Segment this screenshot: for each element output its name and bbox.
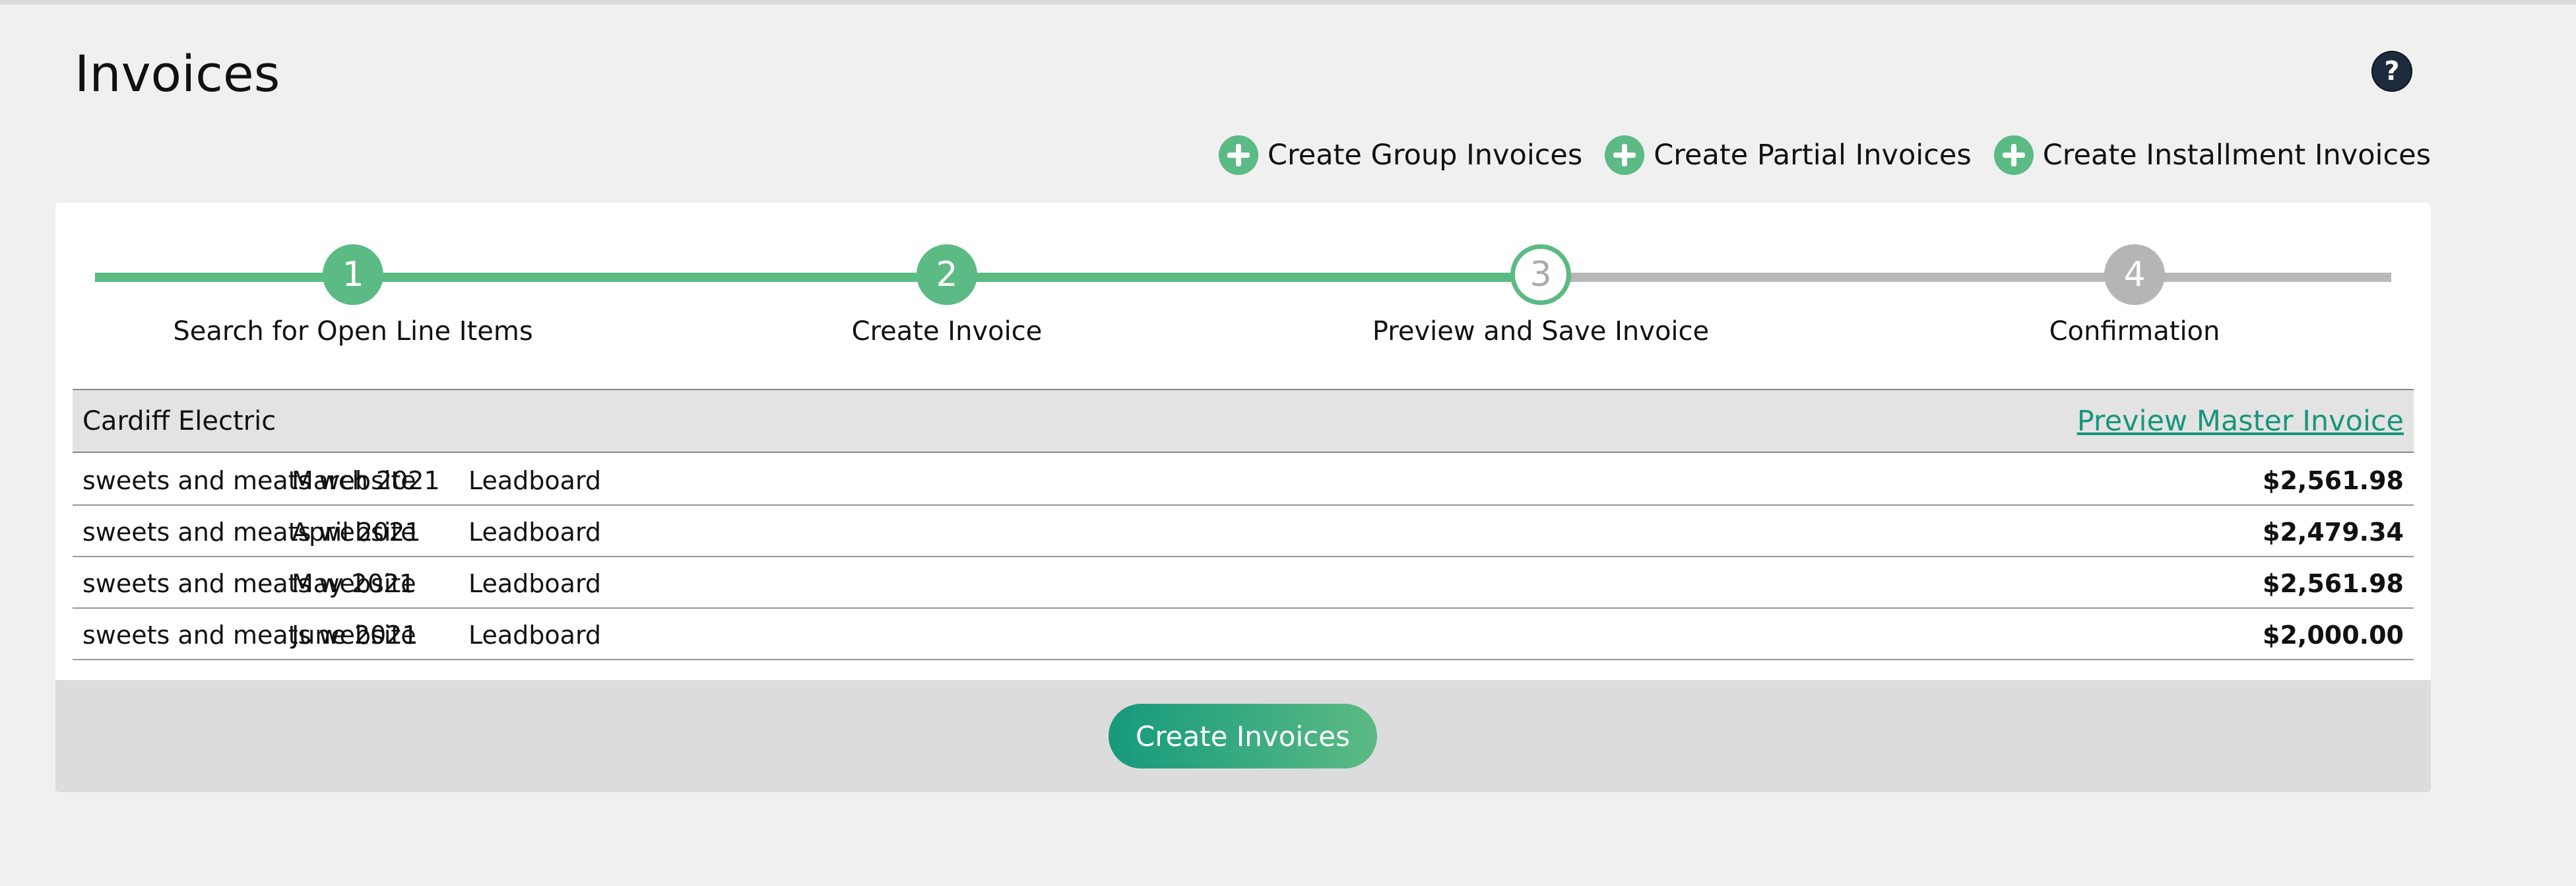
create-installment-invoices-label: Create Installment Invoices — [2042, 139, 2431, 172]
client-name: Cardiff Electric — [82, 406, 276, 436]
step-4-label: Confirmation — [2049, 316, 2220, 347]
step-3-circle: 3 — [1510, 244, 1571, 305]
invoice-actions: Create Group Invoices Create Partial Inv… — [1219, 135, 2431, 175]
stepper-track-remaining — [1546, 273, 2391, 282]
line-type: Leadboard — [468, 621, 602, 650]
invoice-line-row: sweets and meats website June 2021 Leadb… — [73, 609, 2414, 660]
line-month: April 2021 — [292, 518, 421, 547]
create-partial-invoices-label: Create Partial Invoices — [1654, 139, 1972, 172]
page-title: Invoices — [75, 44, 280, 103]
create-installment-invoices-button[interactable]: Create Installment Invoices — [1993, 135, 2431, 175]
step-2-label: Create Invoice — [851, 316, 1043, 347]
create-partial-invoices-button[interactable]: Create Partial Invoices — [1605, 135, 1972, 175]
invoice-line-row: sweets and meats website April 2021 Lead… — [73, 506, 2414, 557]
help-icon[interactable]: ? — [2371, 51, 2412, 92]
invoice-line-row: sweets and meats website March 2021 Lead… — [73, 454, 2414, 506]
plus-circle-icon — [1605, 135, 1645, 175]
step-1-label: Search for Open Line Items — [173, 316, 533, 347]
line-month: June 2021 — [292, 621, 418, 650]
create-invoices-button[interactable]: Create Invoices — [1109, 704, 1377, 768]
line-type: Leadboard — [468, 518, 602, 547]
progress-stepper: 1 2 3 4 Search for Open Line Items Creat… — [55, 203, 2431, 371]
invoice-wizard-card: 1 2 3 4 Search for Open Line Items Creat… — [55, 203, 2431, 792]
line-amount: $2,561.98 — [2263, 466, 2404, 495]
line-amount: $2,561.98 — [2263, 569, 2404, 598]
step-3-label: Preview and Save Invoice — [1372, 316, 1710, 347]
invoice-line-list: sweets and meats website March 2021 Lead… — [73, 454, 2414, 660]
invoice-line-row: sweets and meats website May 2021 Leadbo… — [73, 557, 2414, 609]
step-4-circle: 4 — [2104, 244, 2165, 305]
line-amount: $2,000.00 — [2263, 621, 2404, 650]
line-amount: $2,479.34 — [2263, 518, 2404, 547]
preview-master-invoice-link[interactable]: Preview Master Invoice — [2077, 405, 2404, 438]
plus-circle-icon — [1219, 135, 1258, 175]
top-border — [0, 0, 2576, 5]
line-month: March 2021 — [292, 466, 440, 495]
wizard-footer: Create Invoices — [55, 680, 2431, 792]
step-2-circle: 2 — [917, 244, 977, 305]
line-type: Leadboard — [468, 569, 602, 598]
create-group-invoices-label: Create Group Invoices — [1268, 139, 1583, 172]
plus-circle-icon — [1993, 135, 2034, 175]
stepper-track-complete — [95, 273, 1546, 282]
create-group-invoices-button[interactable]: Create Group Invoices — [1219, 135, 1582, 175]
client-group-header: Cardiff Electric Preview Master Invoice — [73, 389, 2414, 453]
step-1-circle: 1 — [323, 244, 383, 305]
line-month: May 2021 — [292, 569, 416, 598]
line-type: Leadboard — [468, 466, 602, 495]
